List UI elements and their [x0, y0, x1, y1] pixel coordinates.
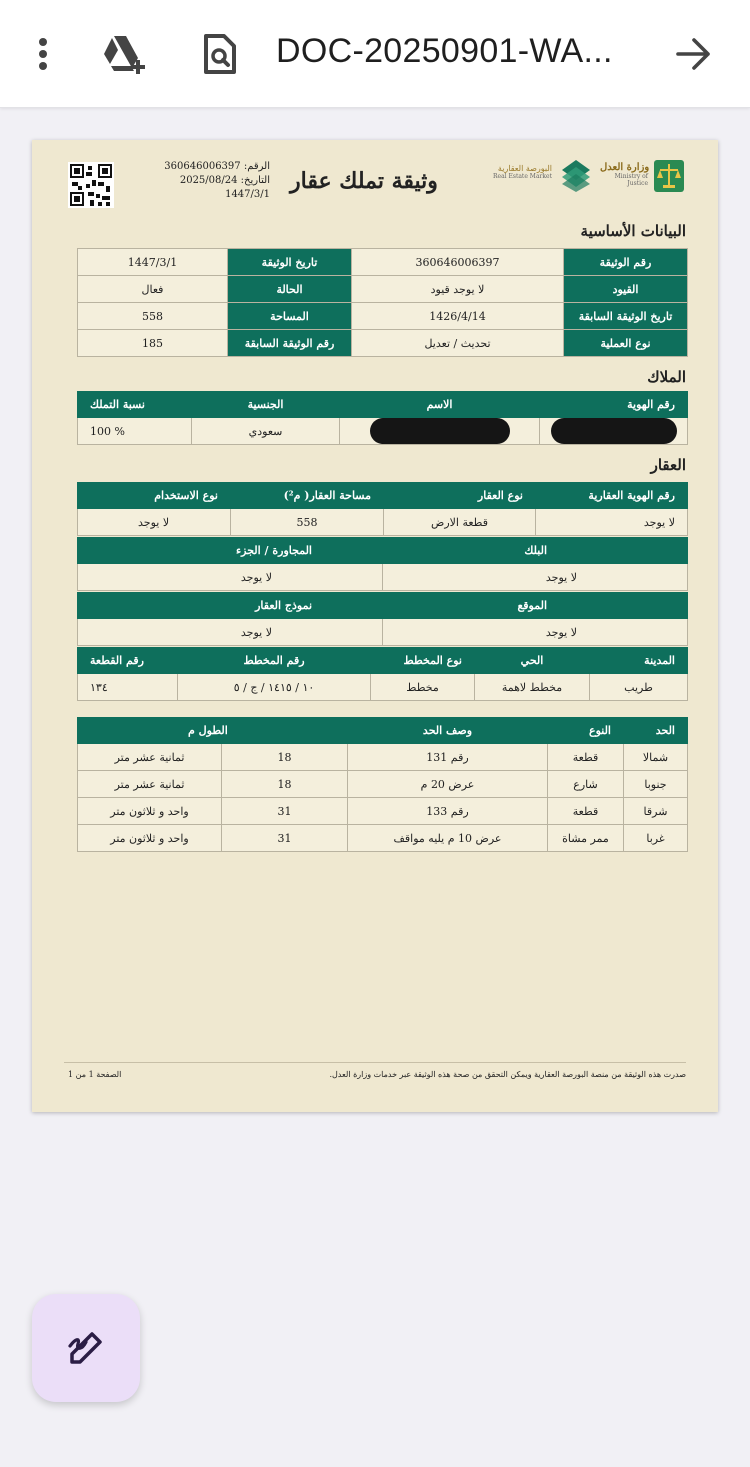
- property-table-2: البلك المجاورة / الجزء لا يوجد لا يوجد: [77, 537, 688, 591]
- property-table-1: رقم الهوية العقارية نوع العقار مساحة الع…: [77, 482, 688, 536]
- table-row: نوع العملية تحديث / تعديل رقم الوثيقة ال…: [77, 329, 688, 357]
- edit-fab-button[interactable]: [32, 1294, 140, 1402]
- table-row: لا يوجد لا يوجد: [77, 618, 688, 646]
- qr-code-icon: [68, 162, 114, 208]
- table-row: تاريخ الوثيقة السابقة 1426/4/14 المساحة …: [77, 302, 688, 330]
- app-bar: DOC-20250901-WA...: [0, 0, 750, 108]
- file-title: DOC-20250901-WA...: [276, 32, 613, 70]
- arrow-forward-icon[interactable]: [670, 30, 718, 78]
- table-row: شرقا قطعة رقم 133 31 واحد و ثلاثون متر: [77, 797, 688, 825]
- page-number: الصفحة 1 من 1: [68, 1070, 122, 1079]
- doc-date: 2025/08/24: [179, 175, 238, 186]
- document-reference: الرقم: 360646006397 التاريخ: 2025/08/24 …: [150, 160, 270, 202]
- ministry-of-justice-logo: وزارة العدل Ministry of Justice: [600, 162, 650, 187]
- section-owners: الملاك: [647, 368, 686, 386]
- redacted-name: [369, 418, 510, 444]
- owner-name-cell: [339, 417, 540, 445]
- basic-info-table: رقم الوثيقة 360646006397 تاريخ الوثيقة 1…: [77, 248, 688, 357]
- document-search-icon[interactable]: [196, 30, 244, 78]
- draw-edit-icon: [68, 1332, 102, 1364]
- document-title: وثيقة تملك عقار: [290, 168, 438, 194]
- property-table-3: الموقع نموذج العقار لا يوجد لا يوجد: [77, 592, 688, 646]
- table-row: سعودي % 100: [77, 417, 688, 445]
- section-property: العقار: [650, 456, 686, 474]
- property-table-4: المدينة الحي نوع المخطط رقم المخطط رقم ا…: [77, 647, 688, 701]
- owners-table: رقم الهوية الاسم الجنسية نسبة التملك سعو…: [77, 391, 688, 445]
- doc-date-hijri: 1447/3/1: [225, 189, 270, 200]
- table-row: جنوبا شارع عرض 20 م 18 ثمانية عشر متر: [77, 770, 688, 798]
- section-basic-info: البيانات الأساسية: [580, 222, 686, 240]
- footer-divider: [64, 1062, 686, 1063]
- document-page[interactable]: الرقم: 360646006397 التاريخ: 2025/08/24 …: [32, 140, 718, 1112]
- real-estate-market-logo: البورصة العقارية Real Estate Market: [493, 164, 552, 180]
- justice-emblem-icon: [654, 160, 684, 192]
- table-row: شمالا قطعة رقم 131 18 ثمانية عشر متر: [77, 743, 688, 771]
- table-row: رقم الوثيقة 360646006397 تاريخ الوثيقة 1…: [77, 248, 688, 276]
- owner-id-cell: [539, 417, 688, 445]
- owners-header-row: رقم الهوية الاسم الجنسية نسبة التملك: [77, 391, 688, 418]
- market-emblem-icon: [562, 160, 590, 192]
- table-row: لا يوجد قطعة الارض 558 لا يوجد: [77, 508, 688, 536]
- table-row: القيود لا يوجد قيود الحالة فعال: [77, 275, 688, 303]
- redacted-id: [550, 418, 677, 444]
- boundaries-table: الحد النوع وصف الحد الطول م شمالا قطعة ر…: [77, 717, 688, 852]
- more-vert-icon[interactable]: [19, 30, 67, 78]
- footer-note: صدرت هذه الوثيقة من منصة البورصة العقاري…: [329, 1070, 686, 1079]
- drive-add-icon[interactable]: [100, 30, 148, 78]
- doc-number: 360646006397: [164, 161, 241, 172]
- table-row: طريب مخطط لاهمة مخطط ١٠ / ١٤١٥ / ج / ٥ ١…: [77, 673, 688, 701]
- table-row: لا يوجد لا يوجد: [77, 563, 688, 591]
- table-row: غربا ممر مشاة عرض 10 م يليه مواقف 31 واح…: [77, 824, 688, 852]
- header-logos: البورصة العقارية Real Estate Market وزار…: [476, 154, 688, 198]
